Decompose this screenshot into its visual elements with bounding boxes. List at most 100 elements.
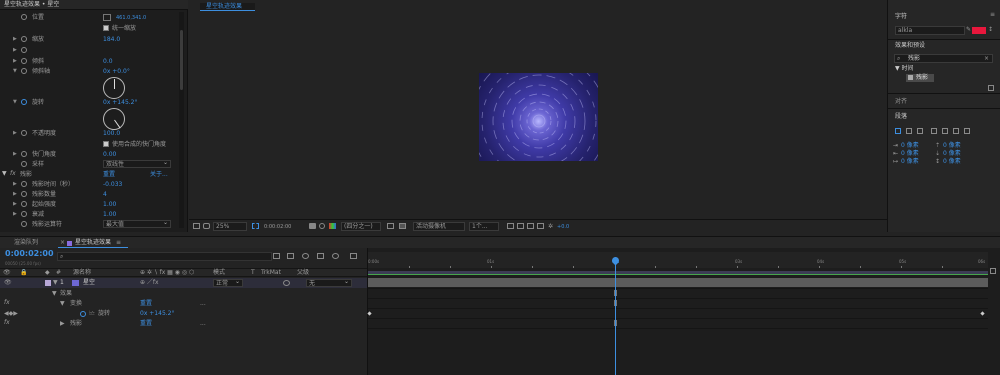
clear-search-icon[interactable]: × <box>984 55 989 63</box>
layer-mode-select[interactable]: 正常 <box>213 278 243 287</box>
motion-blur-icon[interactable] <box>332 253 339 259</box>
expand-arrow-icon[interactable]: ▼ <box>53 279 58 287</box>
echo-time-value[interactable]: -0.033 <box>103 181 122 189</box>
composition-tab[interactable]: 星空轨迹效果 <box>200 3 255 11</box>
opacity-value[interactable]: 100.0 <box>103 130 120 138</box>
align-left-icon[interactable] <box>895 128 901 134</box>
timeline-icon[interactable] <box>527 223 534 229</box>
graph-editor-icon[interactable] <box>350 253 357 259</box>
expand-arrow-icon[interactable]: ▶ <box>13 47 17 53</box>
preview-icon[interactable] <box>193 223 200 229</box>
time-ruler[interactable]: 0:00s 01s 02s 03s 04s 05s 06s <box>368 252 988 268</box>
playhead-line[interactable] <box>615 257 616 375</box>
line-spacing-value[interactable]: 0 像素 <box>943 158 961 166</box>
stopwatch-icon[interactable] <box>21 201 27 207</box>
expand-arrow-icon[interactable]: ▶ <box>60 320 65 328</box>
monitor-icon[interactable] <box>203 223 210 229</box>
exposure-icon[interactable]: ✲ <box>548 223 553 231</box>
scale-value[interactable]: 184.0 <box>103 36 120 44</box>
position-value[interactable]: 461.0,341.0 <box>116 14 146 22</box>
skew-value[interactable]: 0.0 <box>103 58 113 66</box>
source-name-header[interactable]: 源名称 <box>73 269 91 277</box>
indent-right-value[interactable]: 0 像素 <box>901 150 919 158</box>
stopwatch-icon[interactable] <box>21 68 27 74</box>
label-color-swatch[interactable] <box>45 280 51 286</box>
collapse-arrow-icon[interactable]: ▼ <box>52 290 57 298</box>
channel-icon[interactable] <box>329 223 336 229</box>
fx-toggle-icon[interactable]: fx <box>4 299 10 307</box>
echo-operator-select[interactable]: 最大值 <box>103 219 171 228</box>
collapse-arrow-icon[interactable]: ▼ <box>60 300 65 308</box>
expand-arrow-icon[interactable]: ▶ <box>13 201 17 207</box>
echo-reset-link[interactable]: 重置 <box>140 320 152 328</box>
font-select[interactable]: alkla <box>895 26 965 35</box>
transform-reset-link[interactable]: 重置 <box>140 300 152 308</box>
show-snapshot-icon[interactable] <box>319 223 325 229</box>
space-before-value[interactable]: 0 像素 <box>943 142 961 150</box>
roi-icon[interactable] <box>387 223 394 229</box>
expand-arrow-icon[interactable]: ▶ <box>13 36 17 42</box>
draft-3d-icon[interactable] <box>287 253 294 259</box>
stopwatch-icon[interactable] <box>21 47 27 53</box>
crosshair-icon[interactable] <box>103 14 111 21</box>
fx-icon[interactable]: fx <box>10 170 16 178</box>
flowchart-icon[interactable] <box>537 223 544 229</box>
graph-icon[interactable]: 🗠 <box>89 310 95 318</box>
space-after-value[interactable]: 0 像素 <box>943 150 961 158</box>
new-bin-icon[interactable] <box>988 85 994 91</box>
tab-comp-active[interactable]: × 星空轨迹效果 ≡ <box>58 239 128 248</box>
timeline-search-input[interactable]: ⌕ <box>57 252 272 261</box>
scrollbar-thumb[interactable] <box>180 30 183 90</box>
fill-color-swatch[interactable] <box>972 27 986 34</box>
toggle-pixel-icon[interactable] <box>507 223 514 229</box>
indent-left-value[interactable]: 0 像素 <box>901 142 919 150</box>
expand-arrow-icon[interactable]: ▶ <box>13 181 17 187</box>
transparency-grid-icon[interactable] <box>399 223 406 229</box>
tab-render-queue[interactable]: 渲染队列 <box>14 239 38 247</box>
exposure-value[interactable]: +0.0 <box>557 223 569 231</box>
echo-more[interactable]: ... <box>200 320 206 328</box>
stopwatch-icon[interactable] <box>21 211 27 217</box>
layer-name[interactable]: 星空 <box>83 279 95 287</box>
stopwatch-icon[interactable] <box>21 130 27 136</box>
fx-toggle-icon[interactable]: fx <box>4 319 10 327</box>
skew-axis-value[interactable]: 0x +0.0° <box>103 68 130 76</box>
stopwatch-icon[interactable] <box>21 161 27 167</box>
transform-more[interactable]: ... <box>200 300 206 308</box>
close-icon[interactable]: × <box>60 239 65 247</box>
rotation-value[interactable]: 0x +145.2° <box>103 99 137 107</box>
stopwatch-icon[interactable] <box>21 221 27 227</box>
justify-right-icon[interactable] <box>953 128 959 134</box>
stopwatch-icon[interactable] <box>21 36 27 42</box>
collapse-arrow-icon[interactable]: ▼ <box>13 99 17 105</box>
camera-select[interactable]: 活动摄像机 <box>413 222 465 231</box>
timeline-timecode[interactable]: 0:00:02:00 <box>5 250 54 258</box>
region-icon[interactable] <box>252 223 259 229</box>
decay-value[interactable]: 1.00 <box>103 211 116 219</box>
viewer-timecode[interactable]: 0:00:02:00 <box>264 223 291 231</box>
expand-arrow-icon[interactable]: ▶ <box>13 191 17 197</box>
stopwatch-icon[interactable] <box>21 181 27 187</box>
uniform-scale-checkbox[interactable] <box>103 25 109 31</box>
collapse-arrow-icon[interactable]: ▼ <box>2 170 7 178</box>
echo-count-value[interactable]: 4 <box>103 191 107 199</box>
eyedropper-icon[interactable]: ✎ <box>966 26 971 34</box>
stopwatch-icon[interactable] <box>21 14 27 20</box>
zoom-select[interactable]: 25% <box>213 222 247 231</box>
panel-menu-icon[interactable]: ≡ <box>990 11 995 19</box>
mode-header[interactable]: 模式 <box>213 269 225 277</box>
stopwatch-active-icon[interactable] <box>80 311 86 317</box>
swap-colors-icon[interactable]: ↕ <box>988 26 993 34</box>
use-comp-shutter-checkbox[interactable] <box>103 141 109 147</box>
justify-left-icon[interactable] <box>931 128 937 134</box>
composition-canvas[interactable] <box>479 73 598 161</box>
eye-icon[interactable]: 👁 <box>4 279 12 287</box>
layer-switches[interactable]: ⊕ ／fx <box>140 279 159 287</box>
echo-preset-item[interactable]: 残影 <box>906 74 934 82</box>
stopwatch-icon[interactable] <box>21 191 27 197</box>
align-center-icon[interactable] <box>906 128 912 134</box>
camera-snapshot-icon[interactable] <box>309 223 316 229</box>
comp-flow-icon[interactable] <box>273 253 280 259</box>
shutter-angle-value[interactable]: 0.00 <box>103 151 116 159</box>
frame-blend-icon[interactable] <box>317 253 324 259</box>
